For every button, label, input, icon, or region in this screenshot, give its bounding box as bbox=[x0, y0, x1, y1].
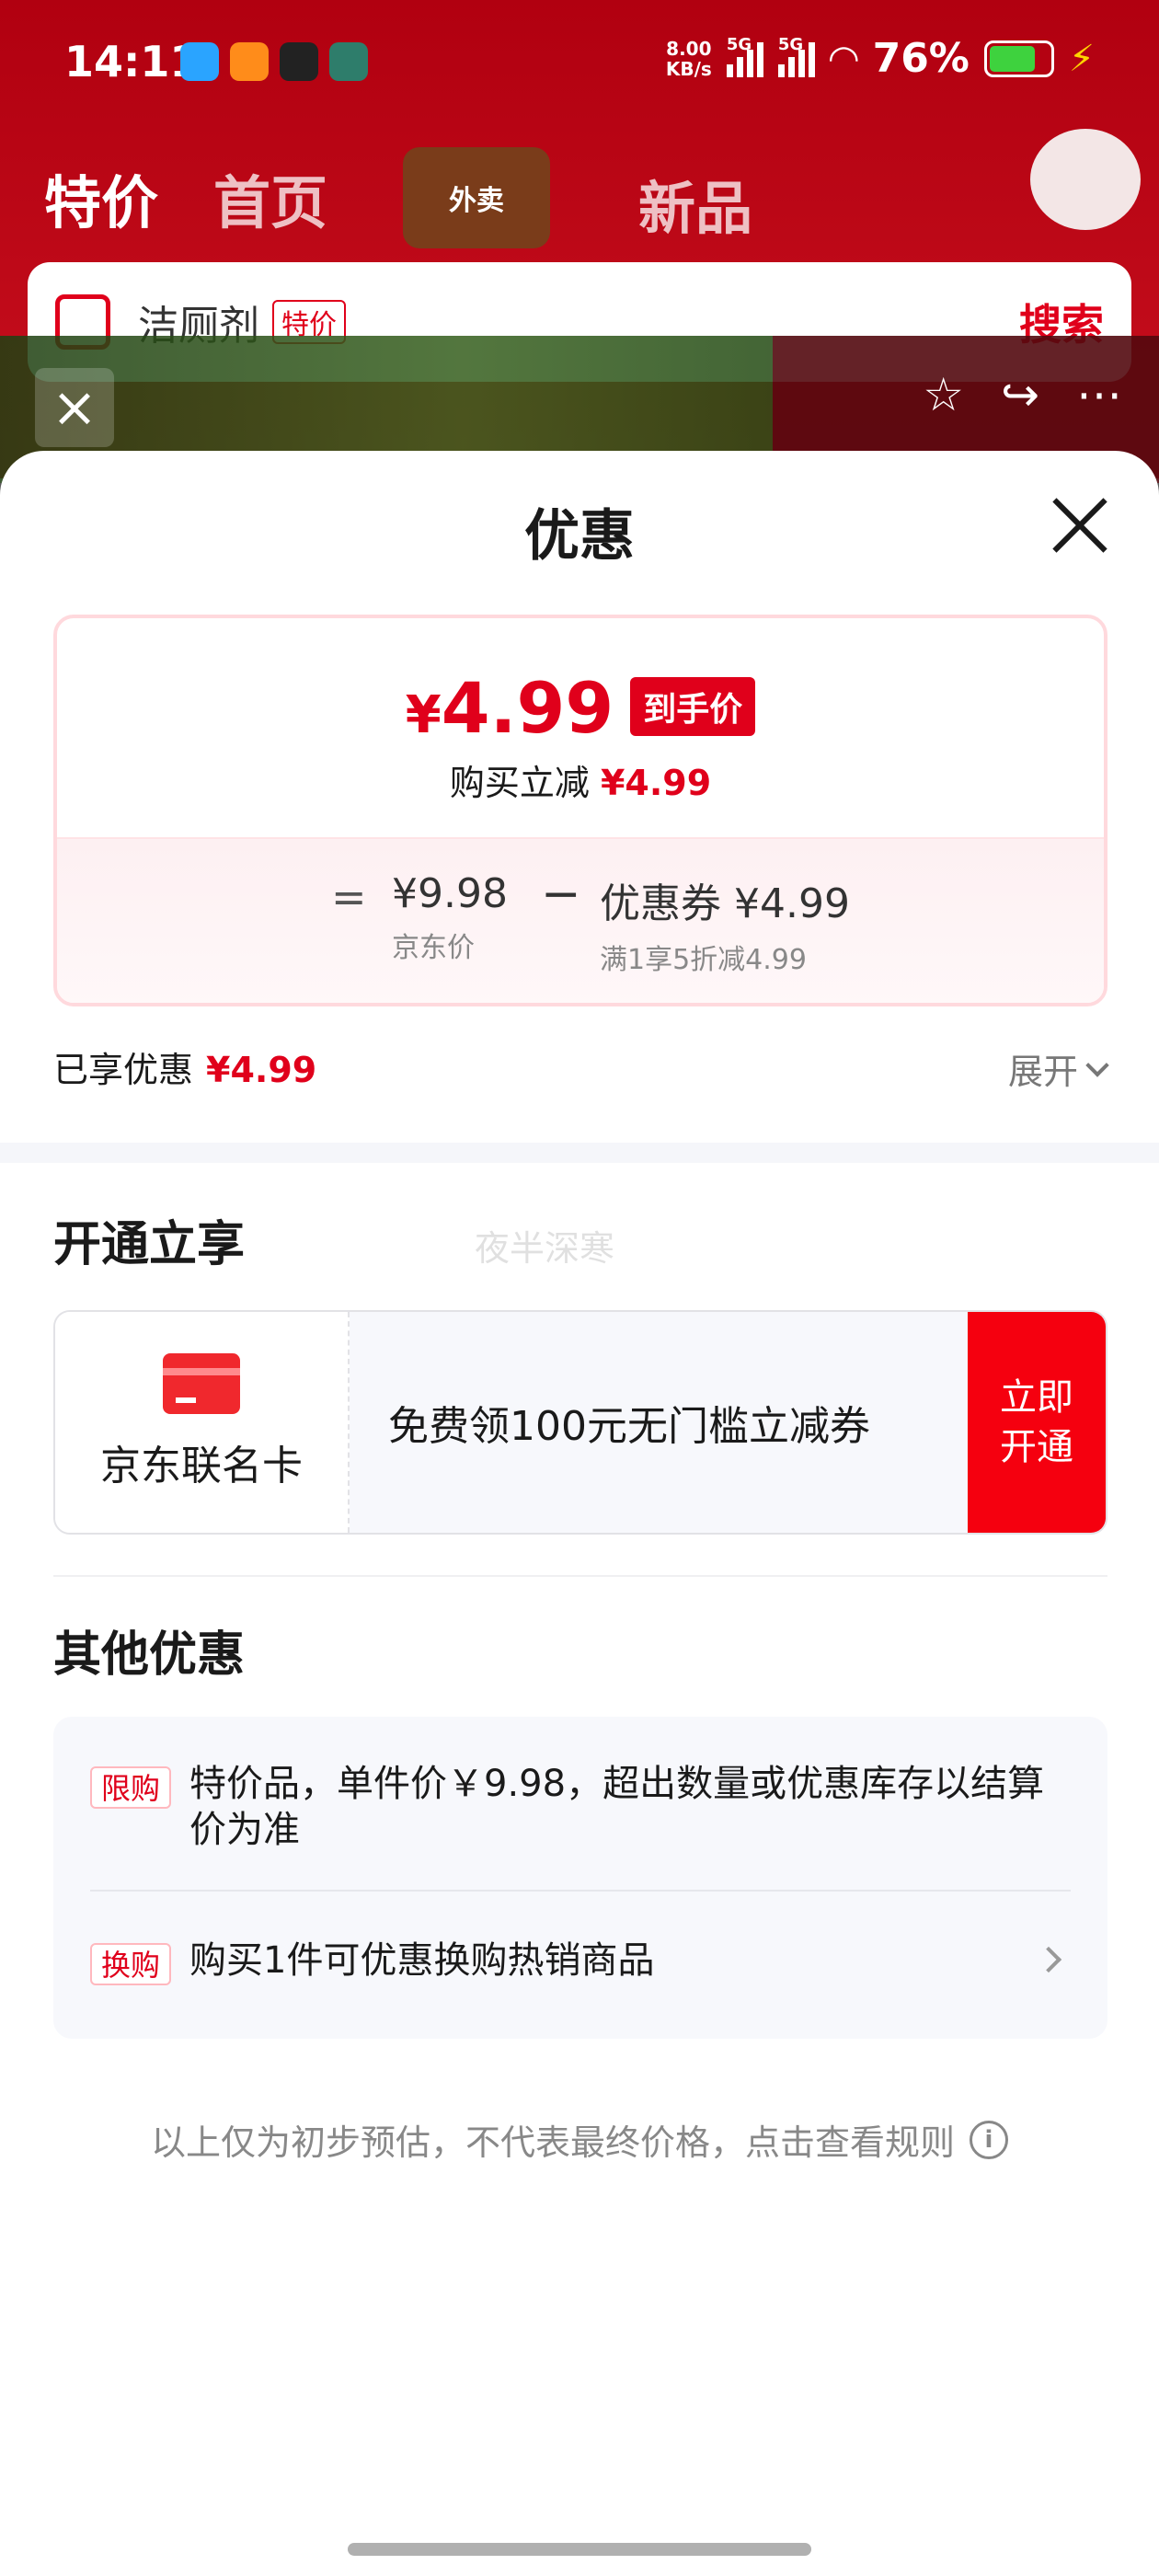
price-card: ¥4.99 到手价 购买立减 ¥4.99 = ¥9.98 京东价 − 优惠券 ¥… bbox=[53, 615, 1107, 1006]
more-icon[interactable]: ⋯ bbox=[1076, 368, 1122, 421]
offer-item-limit: 限购 特价品，单件价￥9.98，超出数量或优惠库存以结算价为准 bbox=[90, 1761, 1071, 1853]
jd-price: ¥9.98 bbox=[392, 870, 508, 917]
enjoyed-discount: 已享优惠 ¥4.99 bbox=[53, 1041, 316, 1092]
final-price-amount: 4.99 bbox=[441, 667, 614, 749]
co-branded-card-offer[interactable]: 京东联名卡 免费领100元无门槛立减券 立即开通 bbox=[53, 1310, 1107, 1535]
final-price-badge: 到手价 bbox=[630, 677, 756, 736]
app-notification-icon bbox=[329, 42, 368, 81]
net-speed-unit: KB/s bbox=[665, 57, 712, 80]
other-offers-list: 限购 特价品，单件价￥9.98，超出数量或优惠库存以结算价为准 换购 购买1件可… bbox=[53, 1717, 1107, 2039]
app-notification-icon bbox=[230, 42, 269, 81]
coupon-rule: 满1享5折减4.99 bbox=[600, 944, 807, 976]
sim1-label: 5G bbox=[726, 34, 752, 54]
disclaimer-text[interactable]: 以上仅为初步预估，不代表最终价格，点击查看规则 bbox=[151, 2114, 955, 2165]
currency-symbol: ¥ bbox=[405, 685, 442, 745]
offer-tag: 限购 bbox=[90, 1766, 172, 1809]
info-icon[interactable]: i bbox=[970, 2120, 1008, 2159]
credit-card-icon bbox=[163, 1353, 240, 1414]
jd-mascot-icon[interactable] bbox=[1030, 129, 1141, 230]
enjoyed-label: 已享优惠 bbox=[53, 1050, 194, 1090]
open-section-title: 开通立享 bbox=[53, 1217, 246, 1272]
open-now-button[interactable]: 立即开通 bbox=[968, 1312, 1106, 1533]
section-divider bbox=[0, 1143, 1159, 1163]
charging-icon: ⚡ bbox=[1068, 37, 1095, 80]
status-right: 8.00 KB/s 5G 5G ◠ 76% ⚡ bbox=[666, 35, 1095, 83]
final-price-row: ¥4.99 到手价 bbox=[57, 673, 1104, 751]
jd-price-label: 京东价 bbox=[392, 932, 475, 964]
tab-home[interactable]: 首页 bbox=[213, 156, 327, 239]
price-disclaimer[interactable]: 以上仅为初步预估，不代表最终价格，点击查看规则 i bbox=[0, 2114, 1159, 2165]
card-offer-desc: 免费领100元无门槛立减券 bbox=[388, 1403, 870, 1450]
chevron-down-icon bbox=[1085, 1052, 1109, 1077]
star-icon[interactable]: ☆ bbox=[923, 368, 964, 421]
top-tabs: 特价 首页 bbox=[44, 156, 327, 239]
jd-price-item: ¥9.98 京东价 bbox=[392, 870, 508, 965]
sheet-title: 优惠 bbox=[524, 504, 635, 569]
app-notification-icon bbox=[180, 42, 219, 81]
offer-text: 特价品，单件价￥9.98，超出数量或优惠库存以结算价为准 bbox=[189, 1763, 1045, 1851]
tab-waimai[interactable]: 外卖 bbox=[403, 147, 550, 248]
net-speed-value: 8.00 bbox=[666, 37, 712, 60]
price-breakdown: = ¥9.98 京东价 − 优惠券 ¥4.99 满1享5折减4.99 bbox=[57, 837, 1104, 1003]
notification-icons bbox=[180, 42, 368, 81]
home-indicator[interactable] bbox=[348, 2543, 811, 2556]
signal-icon: 5G bbox=[726, 35, 763, 77]
status-time: 14:11 bbox=[64, 37, 200, 86]
card-name: 京东联名卡 bbox=[100, 1443, 303, 1489]
offer-text: 购买1件可优惠换购热销商品 bbox=[189, 1939, 655, 1982]
coupon-value: 优惠券 ¥4.99 bbox=[600, 880, 850, 927]
battery-icon bbox=[983, 40, 1054, 77]
instant-discount: 购买立减 ¥4.99 bbox=[57, 754, 1104, 805]
expand-button[interactable]: 展开 bbox=[1007, 1043, 1109, 1094]
enjoyed-value: ¥4.99 bbox=[206, 1050, 317, 1090]
offer-tag: 换购 bbox=[90, 1943, 172, 1985]
wifi-icon: ◠ bbox=[829, 37, 858, 80]
close-icon[interactable]: × bbox=[35, 368, 114, 447]
net-speed: 8.00 KB/s bbox=[666, 39, 712, 79]
divider bbox=[53, 1575, 1107, 1577]
watermark: 夜半深寒 bbox=[475, 1228, 615, 1269]
final-price: ¥4.99 bbox=[406, 673, 614, 751]
tab-new[interactable]: 新品 bbox=[638, 162, 752, 245]
expand-label: 展开 bbox=[1007, 1052, 1078, 1092]
equals-sign: = bbox=[331, 872, 367, 922]
coupon-item: 优惠券 ¥4.99 满1享5折减4.99 bbox=[600, 870, 850, 977]
sim2-label: 5G bbox=[777, 34, 804, 54]
final-price-section: ¥4.99 到手价 购买立减 ¥4.99 bbox=[57, 618, 1104, 837]
instant-discount-value: ¥4.99 bbox=[600, 763, 712, 803]
offer-item-exchange[interactable]: 换购 购买1件可优惠换购热销商品 bbox=[90, 1938, 1071, 1985]
screen: 14:11 8.00 KB/s 5G 5G ◠ 76% ⚡ 特价 首页 外卖 新… bbox=[0, 0, 1159, 2576]
app-notification-icon bbox=[280, 42, 318, 81]
minus-sign: − bbox=[541, 867, 581, 922]
discount-sheet: 优惠 ¥4.99 到手价 购买立减 ¥4.99 = ¥9.98 京东价 − 优惠… bbox=[0, 451, 1159, 2576]
signal-icon: 5G bbox=[777, 35, 815, 77]
banner-actions: ☆ ↪ ⋯ bbox=[923, 368, 1122, 421]
instant-discount-label: 购买立减 bbox=[449, 763, 590, 803]
battery-percent: 76% bbox=[872, 35, 970, 82]
offer-divider bbox=[90, 1890, 1071, 1892]
close-button[interactable] bbox=[1047, 493, 1111, 558]
status-bar: 14:11 8.00 KB/s 5G 5G ◠ 76% ⚡ bbox=[0, 0, 1159, 129]
tab-special[interactable]: 特价 bbox=[44, 156, 158, 239]
other-offers-title: 其他优惠 bbox=[53, 1627, 246, 1683]
card-info: 京东联名卡 bbox=[55, 1312, 350, 1533]
share-icon[interactable]: ↪ bbox=[1001, 368, 1039, 421]
